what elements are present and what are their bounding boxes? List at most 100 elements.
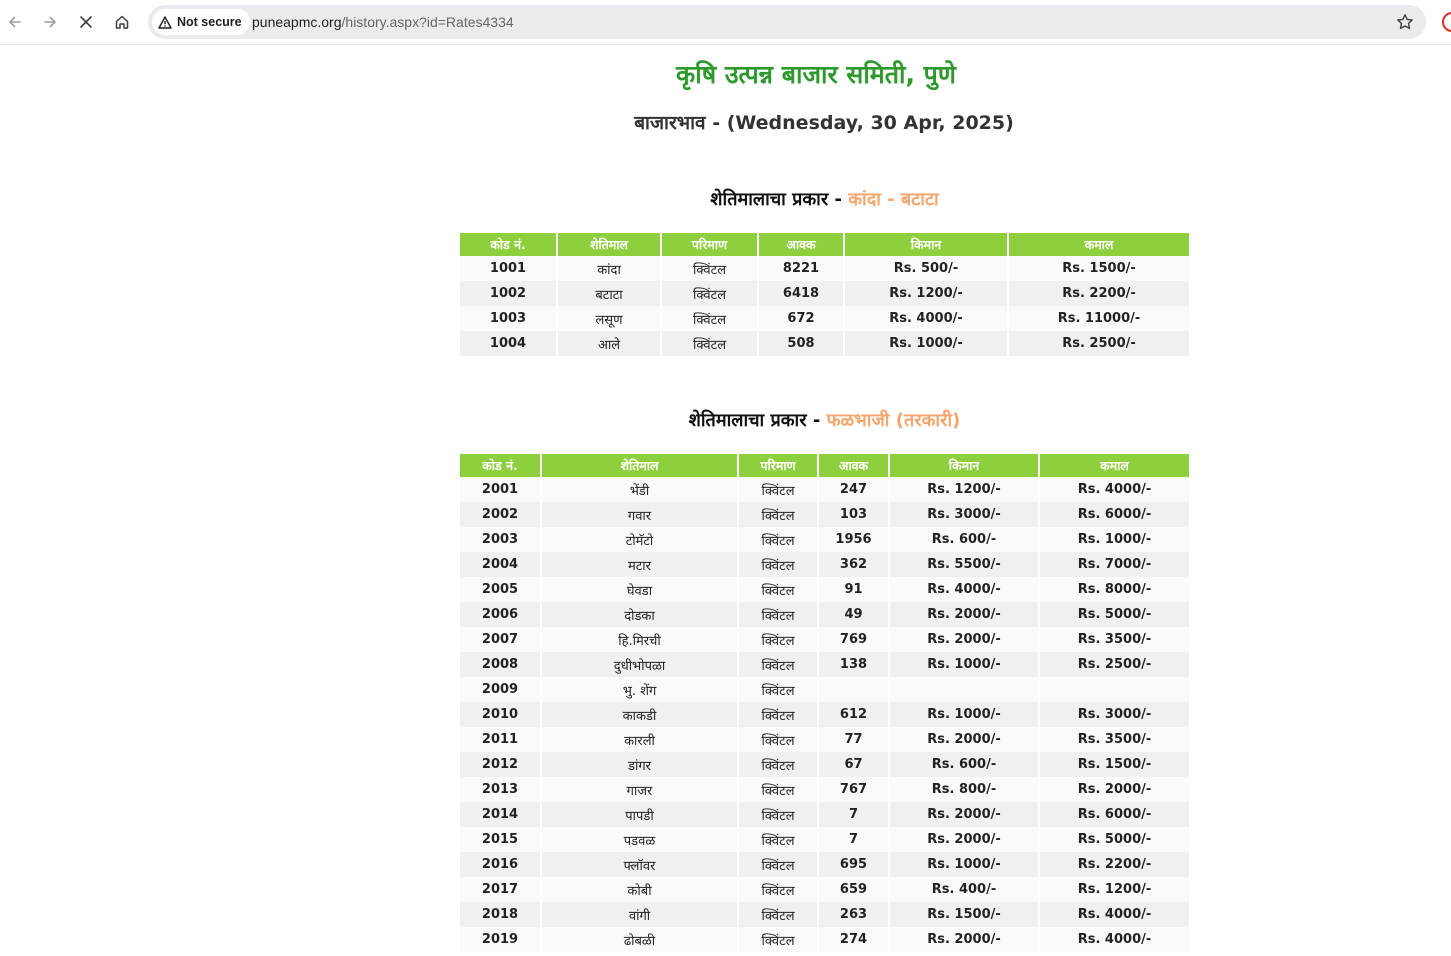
section-category: फळभाजी (तरकारी) [826,410,961,431]
rates-table-vegetables: कोड नं. शेतिमाल परिमाण आवक किमान कमाल 2001 भें… [460,454,1189,952]
cell-unit: क्विंटल [661,331,759,356]
cell-max-price: Rs. 4000/- [1039,902,1189,927]
cell-arrival: 362 [818,552,890,577]
back-arrow-icon[interactable] [1,8,29,36]
cell-unit: क्विंटल [738,502,819,527]
address-bar[interactable]: Not secure puneapmc.org/history.aspx?id=… [148,5,1426,39]
cell-commodity: पापडी [541,802,739,827]
table-row: 2007 हि.मिरची क्विंटल 769 Rs. 2000/- Rs. 3500… [460,627,1189,652]
bookmark-star-icon[interactable] [1396,13,1414,31]
cell-arrival: 7 [818,802,890,827]
cell-arrival: 103 [818,502,890,527]
cell-code: 2008 [460,652,542,677]
table-row: 2002 गवार क्विंटल 103 Rs. 3000/- Rs. 6000/- [460,502,1189,527]
cell-arrival [818,677,890,702]
cell-min-price: Rs. 2000/- [889,802,1040,827]
cell-max-price: Rs. 7000/- [1039,552,1189,577]
cell-commodity: पडवळ [541,827,739,852]
cell-min-price: Rs. 1000/- [844,331,1009,356]
column-header-min-price: किमान [889,454,1040,477]
cell-max-price: Rs. 11000/- [1008,306,1189,331]
home-icon[interactable] [108,8,136,36]
cell-min-price: Rs. 2000/- [889,602,1040,627]
cell-commodity: फ्लॉवर [541,852,739,877]
cell-arrival: 274 [818,927,890,952]
cell-min-price: Rs. 600/- [889,527,1040,552]
cell-code: 2011 [460,727,542,752]
cell-min-price: Rs. 400/- [889,877,1040,902]
column-header-code: कोड नं. [460,454,542,477]
page-title: कृषि उत्पन्न बाजार समिती, पुणे [676,60,956,89]
cell-unit: क्विंटल [738,527,819,552]
cell-commodity: ढोबळी [541,927,739,952]
cell-unit: क्विंटल [738,627,819,652]
cell-commodity: डांगर [541,752,739,777]
security-label: Not secure [177,15,242,29]
cell-commodity: हि.मिरची [541,627,739,652]
table-row: 2015 पडवळ क्विंटल 7 Rs. 2000/- Rs. 5000/- [460,827,1189,852]
column-header-commodity: शेतिमाल [557,233,662,256]
cell-min-price: Rs. 1000/- [889,652,1040,677]
cell-code: 1004 [460,331,558,356]
cell-max-price [1039,677,1189,702]
cell-commodity: टोमॅटो [541,527,739,552]
extension-icon[interactable] [1442,12,1451,32]
stop-loading-icon[interactable] [72,8,100,36]
url-domain: puneapmc.org [252,14,342,30]
cell-arrival: 138 [818,652,890,677]
cell-arrival: 77 [818,727,890,752]
table-row: 2013 गाजर क्विंटल 767 Rs. 800/- Rs. 2000/- [460,777,1189,802]
cell-unit: क्विंटल [738,752,819,777]
cell-min-price: Rs. 2000/- [889,927,1040,952]
cell-max-price: Rs. 5000/- [1039,602,1189,627]
cell-min-price: Rs. 2000/- [889,627,1040,652]
table-row: 2009 भु. शेंग क्विंटल [460,677,1189,702]
cell-code: 1001 [460,256,558,281]
cell-commodity: कांदा [557,256,662,281]
column-header-arrival: आवक [818,454,890,477]
cell-code: 1002 [460,281,558,306]
section-category: कांदा - बटाटा [848,189,939,210]
column-header-unit: परिमाण [661,233,759,256]
cell-unit: क्विंटल [738,602,819,627]
url-text[interactable]: puneapmc.org/history.aspx?id=Rates4334 [252,5,514,39]
cell-commodity: काकडी [541,702,739,727]
cell-arrival: 695 [818,852,890,877]
table-row: 2014 पापडी क्विंटल 7 Rs. 2000/- Rs. 6000/- [460,802,1189,827]
cell-unit: क्विंटल [738,877,819,902]
table-row: 2008 दुधीभोपळा क्विंटल 138 Rs. 1000/- Rs. 250… [460,652,1189,677]
column-header-unit: परिमाण [738,454,819,477]
cell-min-price: Rs. 4000/- [844,306,1009,331]
cell-code: 2009 [460,677,542,702]
cell-commodity: कोबी [541,877,739,902]
cell-unit: क्विंटल [738,852,819,877]
cell-arrival: 767 [818,777,890,802]
table-row: 2017 कोबी क्विंटल 659 Rs. 400/- Rs. 1200/- [460,877,1189,902]
cell-unit: क्विंटल [661,256,759,281]
table-header-row: कोड नं. शेतिमाल परिमाण आवक किमान कमाल [460,454,1189,477]
cell-max-price: Rs. 3000/- [1039,702,1189,727]
table-row: 1001 कांदा क्विंटल 8221 Rs. 500/- Rs. 1500/- [460,256,1189,281]
table-row: 2004 मटार क्विंटल 362 Rs. 5500/- Rs. 7000/- [460,552,1189,577]
cell-arrival: 263 [818,902,890,927]
table-row: 2003 टोमॅटो क्विंटल 1956 Rs. 600/- Rs. 1000/- [460,527,1189,552]
cell-arrival: 49 [818,602,890,627]
forward-arrow-icon[interactable] [36,8,64,36]
security-chip[interactable]: Not secure [152,9,250,35]
cell-max-price: Rs. 3500/- [1039,627,1189,652]
cell-arrival: 91 [818,577,890,602]
cell-commodity: घेवडा [541,577,739,602]
cell-min-price: Rs. 1500/- [889,902,1040,927]
column-header-arrival: आवक [758,233,845,256]
cell-arrival: 659 [818,877,890,902]
cell-unit: क्विंटल [738,477,819,502]
url-path: /history.aspx?id=Rates4334 [341,14,514,30]
cell-unit: क्विंटल [738,777,819,802]
cell-max-price: Rs. 2200/- [1039,852,1189,877]
page-content: कृषि उत्पन्न बाजार समिती, पुणे बाजारभाव … [0,45,1451,956]
cell-commodity: वांगी [541,902,739,927]
cell-unit: क्विंटल [738,577,819,602]
cell-max-price: Rs. 4000/- [1039,927,1189,952]
cell-unit: क्विंटल [738,677,819,702]
cell-unit: क्विंटल [738,727,819,752]
